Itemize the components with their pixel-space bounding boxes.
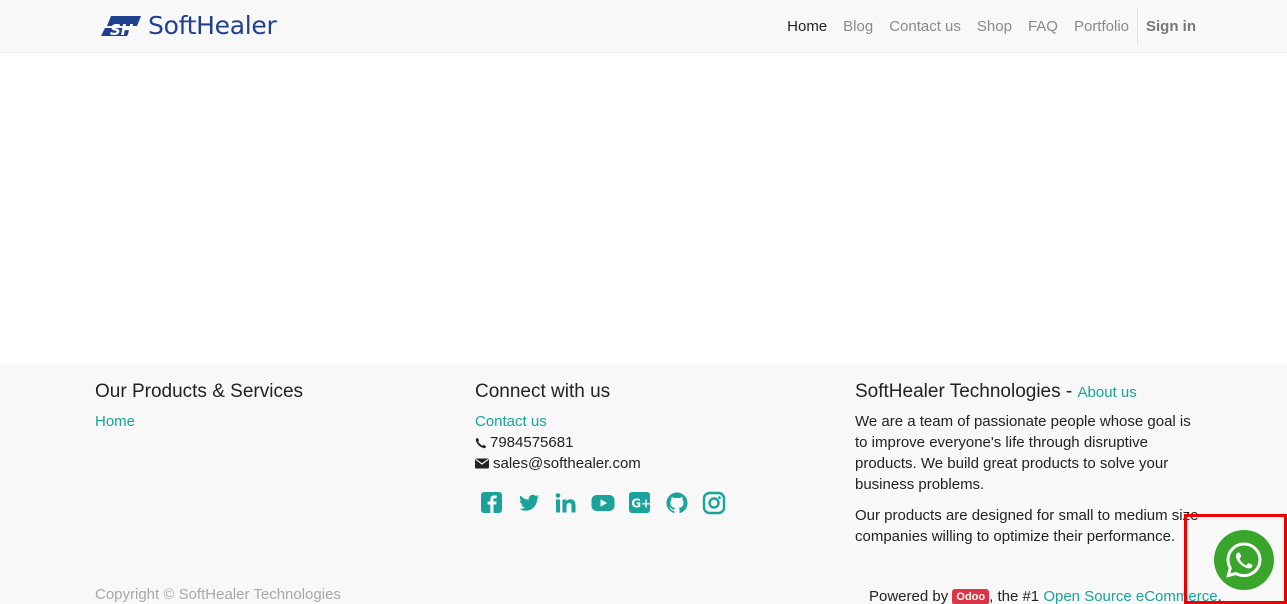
top-navbar: SH SoftHealer Home Blog Contact us Shop … <box>0 0 1287 53</box>
about-title: SoftHealer Technologies - About us <box>855 381 1200 403</box>
email-address: sales@softhealer.com <box>493 455 641 472</box>
products-column: Our Products & Services Home <box>95 381 455 432</box>
products-title: Our Products & Services <box>95 381 304 402</box>
nav-blog[interactable]: Blog <box>835 0 881 53</box>
brand-logo[interactable]: SH SoftHealer <box>101 11 277 40</box>
nav-portfolio[interactable]: Portfolio <box>1066 0 1137 53</box>
main-nav: Home Blog Contact us Shop FAQ Portfolio … <box>779 0 1200 53</box>
footer: Our Products & Services Home Connect wit… <box>0 364 1287 604</box>
youtube-icon[interactable] <box>591 491 615 515</box>
email-row: sales@softhealer.com <box>475 453 835 474</box>
nav-contact-us[interactable]: Contact us <box>881 0 969 53</box>
linkedin-icon[interactable] <box>554 491 578 515</box>
whatsapp-button[interactable] <box>1214 530 1274 590</box>
social-icons: G+ <box>480 491 835 515</box>
company-name: SoftHealer Technologies <box>855 381 1061 402</box>
about-paragraph-1: We are a team of passionate people whose… <box>855 413 1191 493</box>
about-us-link[interactable]: About us <box>1078 384 1137 401</box>
powered-by: Powered by Odoo, the #1 Open Source eCom… <box>869 586 1222 604</box>
nav-shop[interactable]: Shop <box>969 0 1020 53</box>
twitter-icon[interactable] <box>517 491 541 515</box>
softhealer-logo-icon: SH <box>101 16 141 38</box>
odoo-badge[interactable]: Odoo <box>952 589 990 604</box>
footer-home-link[interactable]: Home <box>95 411 455 432</box>
connect-title: Connect with us <box>475 381 611 402</box>
phone-number: 7984575681 <box>490 434 574 451</box>
title-separator: - <box>1060 381 1078 402</box>
phone-icon <box>475 437 487 448</box>
connect-column: Connect with us Contact us 7984575681 sa… <box>475 381 835 515</box>
svg-text:G+: G+ <box>631 497 651 511</box>
github-icon[interactable] <box>665 491 689 515</box>
facebook-icon[interactable] <box>480 491 504 515</box>
sign-in-link[interactable]: Sign in <box>1138 0 1200 53</box>
nav-faq[interactable]: FAQ <box>1020 0 1066 53</box>
google-plus-icon[interactable]: G+ <box>628 491 652 515</box>
instagram-icon[interactable] <box>702 491 726 515</box>
copyright-text: Copyright © SoftHealer Technologies <box>95 586 341 603</box>
nav-home[interactable]: Home <box>779 0 835 53</box>
envelope-icon <box>475 458 489 469</box>
brand-name: SoftHealer <box>148 11 277 40</box>
svg-text:SH: SH <box>110 21 134 38</box>
powered-middle: , the #1 <box>989 588 1044 604</box>
phone-row: 7984575681 <box>475 432 835 453</box>
whatsapp-icon <box>1226 542 1262 578</box>
footer-contact-link[interactable]: Contact us <box>475 411 835 432</box>
powered-prefix: Powered by <box>869 588 953 604</box>
about-paragraph-2: Our products are designed for small to m… <box>855 507 1199 545</box>
about-column: SoftHealer Technologies - About us We ar… <box>855 381 1200 557</box>
